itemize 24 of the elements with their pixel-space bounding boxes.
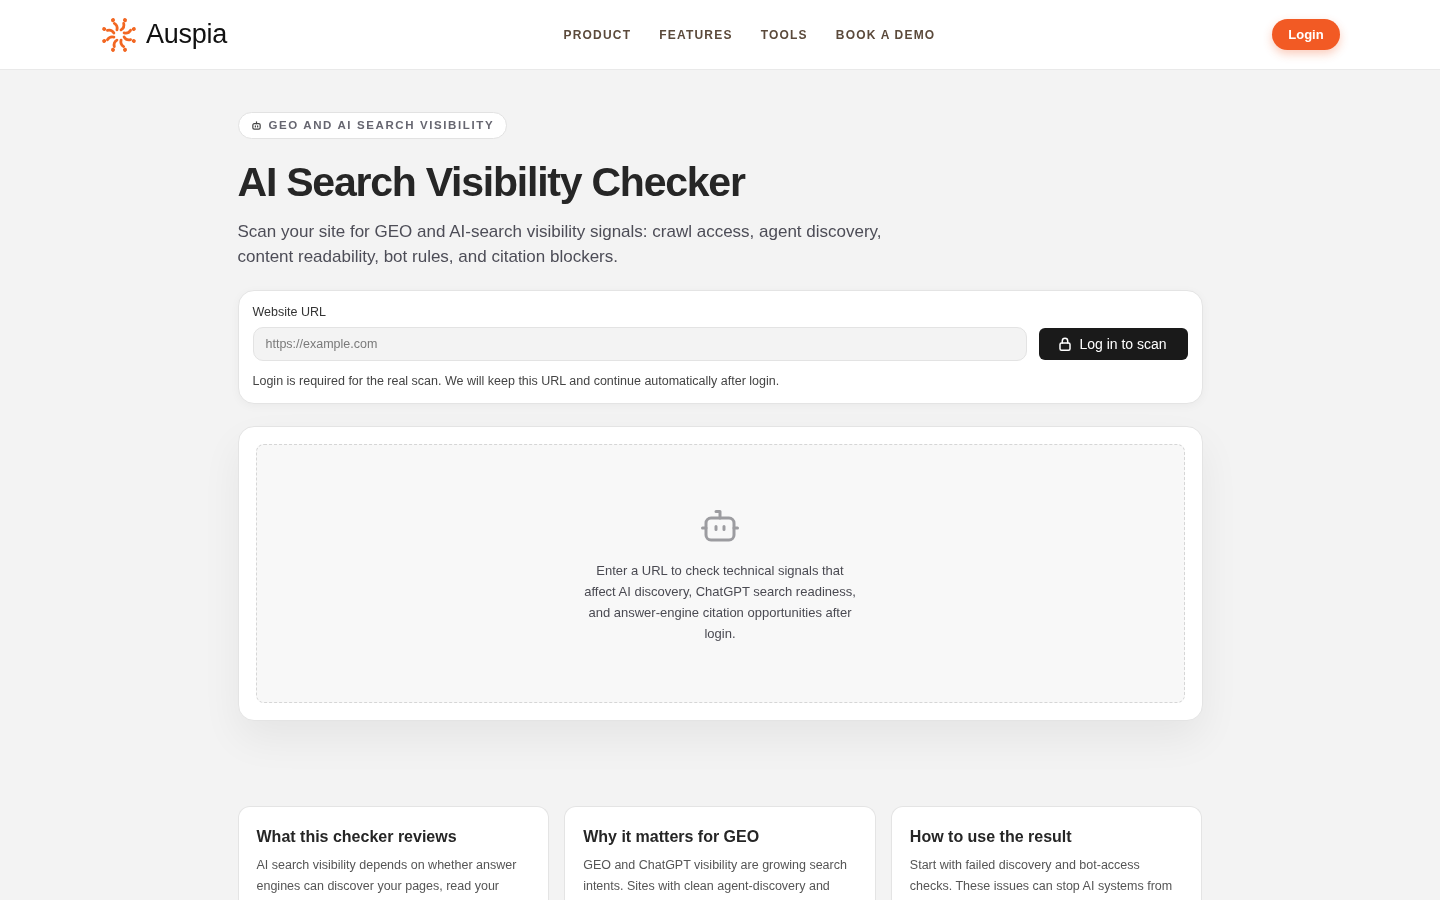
info-card-title: What this checker reviews (256, 827, 458, 847)
nav-link[interactable]: BOOK A DEMO (835, 25, 936, 44)
info-card-title: How to use the result (909, 827, 1073, 847)
page-title: AI Search Visibility Checker (237, 158, 747, 207)
info-card-title: Why it matters for GEO (583, 827, 761, 847)
nav-link[interactable]: FEATURES (659, 25, 733, 44)
nav-link[interactable]: PRODUCT (563, 25, 632, 44)
url-field-label: Website URL (252, 304, 327, 321)
lock-icon (1059, 337, 1072, 351)
info-card-text: AI search visibility depends on whether answer engines can discover your pages, read your (256, 857, 518, 895)
empty-state-message: Enter a URL to check technical signals that affect AI discovery, ChatGPT search readiness, and answer-engine citation opportunities after login. (583, 562, 857, 643)
robot-icon (250, 120, 262, 131)
page-subtitle: Scan your site for GEO and AI-search visibility signals: crawl access, agent discovery, content readability, bot rules, and citation blockers. (237, 221, 883, 268)
login-note: Login is required for the real scan. We will keep this URL and continue automatically after login. (252, 373, 781, 390)
url-input-field[interactable]: https://example.com (252, 327, 1027, 361)
scan-button[interactable]: Log in to scan (1038, 328, 1188, 360)
info-card-text: GEO and ChatGPT visibility are growing search intents. Sites with clean agent-discovery and (583, 857, 848, 895)
robot-icon (701, 509, 739, 542)
nav-link[interactable]: TOOLS (760, 25, 808, 44)
badge-label: GEO AND AI SEARCH VISIBILITY (268, 117, 495, 133)
logo-wordmark: Auspia (146, 21, 227, 48)
sunburst-logo-icon (100, 15, 138, 54)
info-card-text: Start with failed discovery and bot-access checks. These issues can stop AI systems from (909, 857, 1174, 895)
logo-link[interactable]: Auspia (100, 15, 227, 54)
